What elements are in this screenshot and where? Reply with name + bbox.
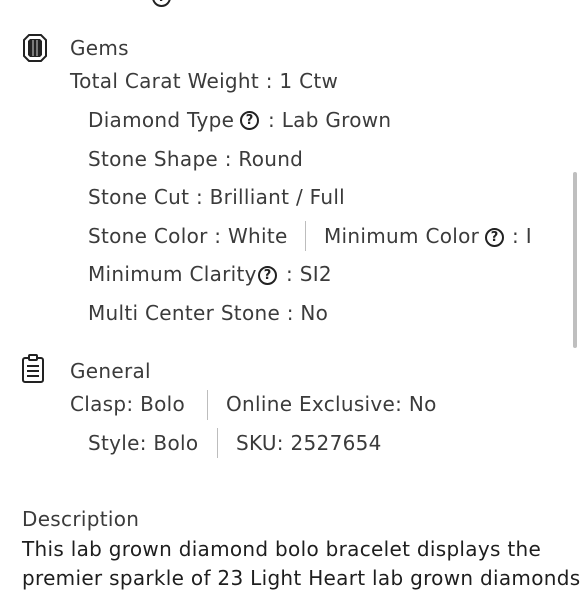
description-text-line-2: premier sparkle of 23 Light Heart lab gr… (22, 566, 580, 590)
gems-heading: Gems (70, 36, 129, 60)
gem-icon (23, 34, 47, 62)
clipboard-list-icon (22, 354, 44, 383)
diamond-type-label: Diamond Type (88, 108, 235, 132)
diamond-type-help-icon[interactable]: ? (240, 111, 259, 130)
divider (217, 428, 218, 458)
stone-color: Stone Color : White (88, 224, 288, 248)
general-heading: General (70, 359, 151, 383)
sku: SKU: 2527654 (236, 431, 382, 455)
minimum-clarity-label: Minimum Clarity (88, 262, 257, 286)
stone-shape: Stone Shape : Round (88, 147, 304, 171)
divider (207, 390, 208, 420)
multi-center-stone: Multi Center Stone : No (88, 301, 329, 325)
help-icon[interactable]: ? (152, 0, 171, 7)
minimum-clarity-help-icon[interactable]: ? (258, 266, 277, 285)
description-heading: Description (22, 507, 140, 531)
minimum-color-value: : I (512, 224, 532, 248)
style: Style: Bolo (88, 431, 199, 455)
total-carat-weight: Total Carat Weight : 1 Ctw (70, 69, 339, 93)
scrollbar[interactable] (573, 172, 577, 348)
online-exclusive: Online Exclusive: No (226, 392, 437, 416)
minimum-color-label: Minimum Color (324, 224, 480, 248)
divider (305, 221, 306, 251)
stone-cut: Stone Cut : Brilliant / Full (88, 185, 346, 209)
clasp: Clasp: Bolo (70, 392, 186, 416)
minimum-clarity-value: : SI2 (286, 262, 332, 286)
minimum-color-help-icon[interactable]: ? (485, 228, 504, 247)
diamond-type-value: : Lab Grown (268, 108, 392, 132)
description-text-line-1: This lab grown diamond bolo bracelet dis… (22, 537, 542, 561)
